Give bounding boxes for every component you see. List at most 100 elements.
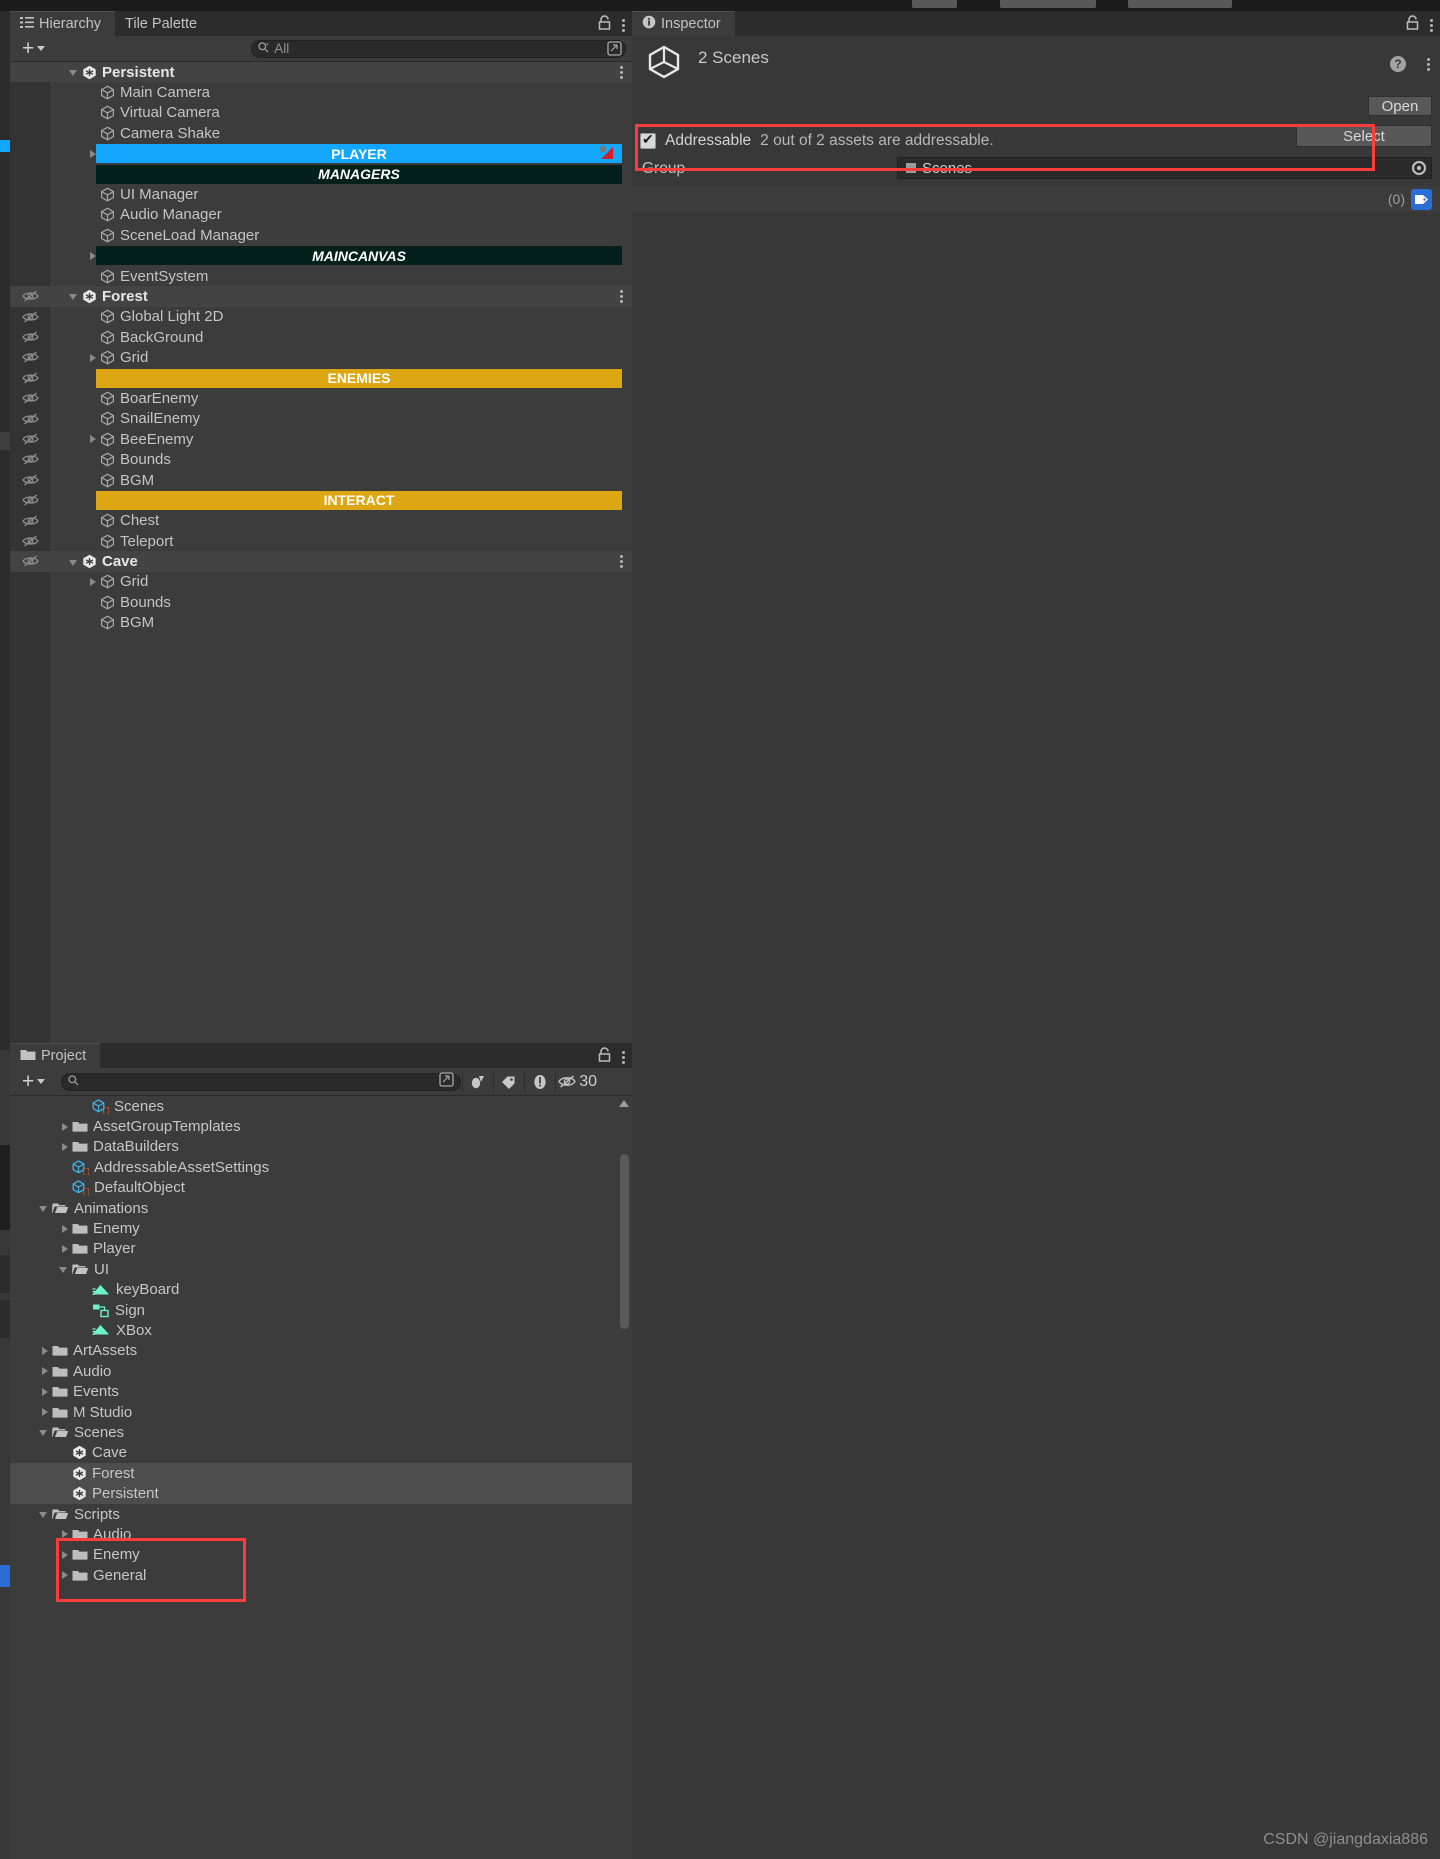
kebab-menu-icon[interactable] — [1430, 17, 1434, 34]
hierarchy-row[interactable]: BeeEnemy — [10, 429, 632, 449]
hierarchy-row[interactable]: Bounds — [10, 592, 632, 612]
eye-off-icon[interactable] — [22, 534, 39, 548]
kebab-menu-icon[interactable] — [622, 17, 626, 34]
eye-off-icon[interactable] — [22, 432, 39, 446]
project-row[interactable]: Animations — [10, 1198, 632, 1218]
eye-off-icon[interactable] — [556, 1072, 578, 1092]
chevron-right-icon[interactable] — [58, 1239, 72, 1259]
hierarchy-banner-row[interactable]: ENEMIES — [96, 368, 622, 388]
kebab-menu-icon[interactable] — [1427, 56, 1431, 73]
hierarchy-row[interactable]: Global Light 2D — [10, 307, 632, 327]
project-row[interactable]: M Studio — [10, 1402, 632, 1422]
hierarchy-row[interactable]: SnailEnemy — [10, 409, 632, 429]
add-gameobject-button[interactable]: + — [16, 38, 51, 59]
hierarchy-tree[interactable]: Persistent Main Camera Virtual Camera Camer… — [10, 62, 632, 1091]
eye-off-icon[interactable] — [22, 310, 39, 324]
chevron-right-icon[interactable] — [38, 1341, 52, 1361]
hierarchy-row[interactable]: BGM — [10, 470, 632, 490]
eye-off-icon[interactable] — [22, 452, 39, 466]
chevron-right-icon[interactable] — [38, 1402, 52, 1422]
chevron-down-icon[interactable] — [68, 286, 82, 306]
chevron-right-icon[interactable] — [58, 1117, 72, 1137]
chevron-right-icon[interactable] — [38, 1361, 52, 1381]
project-scrollbar-thumb[interactable] — [620, 1154, 629, 1329]
hierarchy-row[interactable]: INTERACT — [10, 490, 632, 510]
hierarchy-row[interactable]: Chest — [10, 511, 632, 531]
lock-icon[interactable] — [597, 14, 612, 36]
project-search-input[interactable] — [61, 1072, 462, 1091]
hierarchy-row[interactable]: ENEMIES — [10, 368, 632, 388]
project-row[interactable]: Scripts — [10, 1504, 632, 1524]
scene-context-menu-icon[interactable] — [620, 64, 624, 81]
eye-off-icon[interactable] — [22, 350, 39, 364]
chevron-right-icon[interactable] — [58, 1545, 72, 1565]
eye-off-icon[interactable] — [22, 289, 39, 303]
hierarchy-row[interactable]: Cave — [10, 551, 632, 572]
create-asset-button[interactable]: + — [16, 1071, 51, 1092]
chevron-down-icon[interactable] — [68, 552, 82, 572]
hierarchy-row[interactable]: MAINCANVAS — [10, 246, 632, 266]
hierarchy-row[interactable]: Grid — [10, 347, 632, 367]
project-row[interactable]: {} Scenes — [10, 1096, 632, 1116]
scene-context-menu-icon[interactable] — [620, 288, 624, 305]
label-tag-icon[interactable] — [1411, 188, 1432, 210]
chevron-right-icon[interactable] — [86, 572, 100, 592]
open-button[interactable]: Open — [1368, 96, 1432, 116]
hierarchy-row[interactable]: UI Manager — [10, 184, 632, 204]
project-row[interactable]: Player — [10, 1239, 632, 1259]
group-field[interactable]: Scenes — [897, 157, 1432, 179]
hierarchy-row[interactable]: Audio Manager — [10, 205, 632, 225]
hierarchy-search-input[interactable]: All — [251, 39, 626, 58]
eye-off-icon[interactable] — [22, 554, 39, 568]
chevron-down-icon[interactable] — [38, 1198, 52, 1218]
hierarchy-banner-row[interactable]: MAINCANVAS — [96, 246, 622, 266]
project-row[interactable]: Scenes — [10, 1422, 632, 1442]
project-row[interactable]: DataBuilders — [10, 1137, 632, 1157]
hierarchy-row[interactable]: SceneLoad Manager — [10, 225, 632, 245]
chevron-down-icon[interactable] — [38, 1504, 52, 1524]
hierarchy-row[interactable]: EventSystem — [10, 266, 632, 286]
project-row[interactable]: Audio — [10, 1524, 632, 1544]
project-row[interactable]: {} DefaultObject — [10, 1178, 632, 1198]
tab-tile-palette[interactable]: Tile Palette — [115, 11, 211, 36]
hierarchy-row[interactable]: Main Camera — [10, 82, 632, 102]
chevron-right-icon[interactable] — [86, 429, 100, 449]
tab-project[interactable]: Project — [10, 1043, 101, 1068]
hierarchy-row[interactable]: PLAYER — [10, 144, 632, 164]
hierarchy-banner-row[interactable]: INTERACT — [96, 490, 622, 510]
search-expand-icon[interactable] — [439, 1071, 454, 1092]
hierarchy-row[interactable]: Camera Shake — [10, 123, 632, 143]
help-icon[interactable]: ? — [1390, 56, 1406, 72]
project-row[interactable]: Events — [10, 1381, 632, 1401]
chevron-down-icon[interactable] — [68, 62, 82, 82]
top-button-1[interactable] — [912, 0, 957, 8]
hierarchy-banner-row[interactable]: MANAGERS — [96, 164, 622, 184]
project-row[interactable]: XBox — [10, 1320, 632, 1340]
project-row[interactable]: {} AddressableAssetSettings — [10, 1157, 632, 1177]
label-tag-icon[interactable] — [494, 1072, 524, 1092]
top-button-3[interactable] — [1128, 0, 1232, 8]
project-row[interactable]: General — [10, 1565, 632, 1585]
chevron-right-icon[interactable] — [58, 1565, 72, 1585]
search-expand-icon[interactable] — [607, 41, 622, 61]
hierarchy-row[interactable]: Persistent — [10, 62, 632, 83]
project-row[interactable]: keyBoard — [10, 1280, 632, 1300]
chevron-right-icon[interactable] — [38, 1382, 52, 1402]
hierarchy-row[interactable]: BackGround — [10, 327, 632, 347]
asset-store-icon[interactable] — [463, 1072, 493, 1092]
chevron-down-icon[interactable] — [38, 1422, 52, 1442]
project-row[interactable]: Audio — [10, 1361, 632, 1381]
lock-icon[interactable] — [1405, 14, 1420, 36]
eye-off-icon[interactable] — [22, 473, 39, 487]
project-row[interactable]: Forest — [10, 1463, 632, 1484]
hierarchy-row[interactable]: MANAGERS — [10, 164, 632, 184]
scene-context-menu-icon[interactable] — [620, 553, 624, 570]
addressable-checkbox[interactable] — [640, 131, 656, 149]
project-row[interactable]: Persistent — [10, 1483, 632, 1504]
chevron-right-icon[interactable] — [58, 1524, 72, 1544]
tab-inspector[interactable]: Inspector — [632, 11, 735, 36]
project-row[interactable]: UI — [10, 1259, 632, 1279]
eye-off-icon[interactable] — [22, 391, 39, 405]
tab-hierarchy[interactable]: Hierarchy — [10, 11, 116, 36]
hierarchy-row[interactable]: Teleport — [10, 531, 632, 551]
